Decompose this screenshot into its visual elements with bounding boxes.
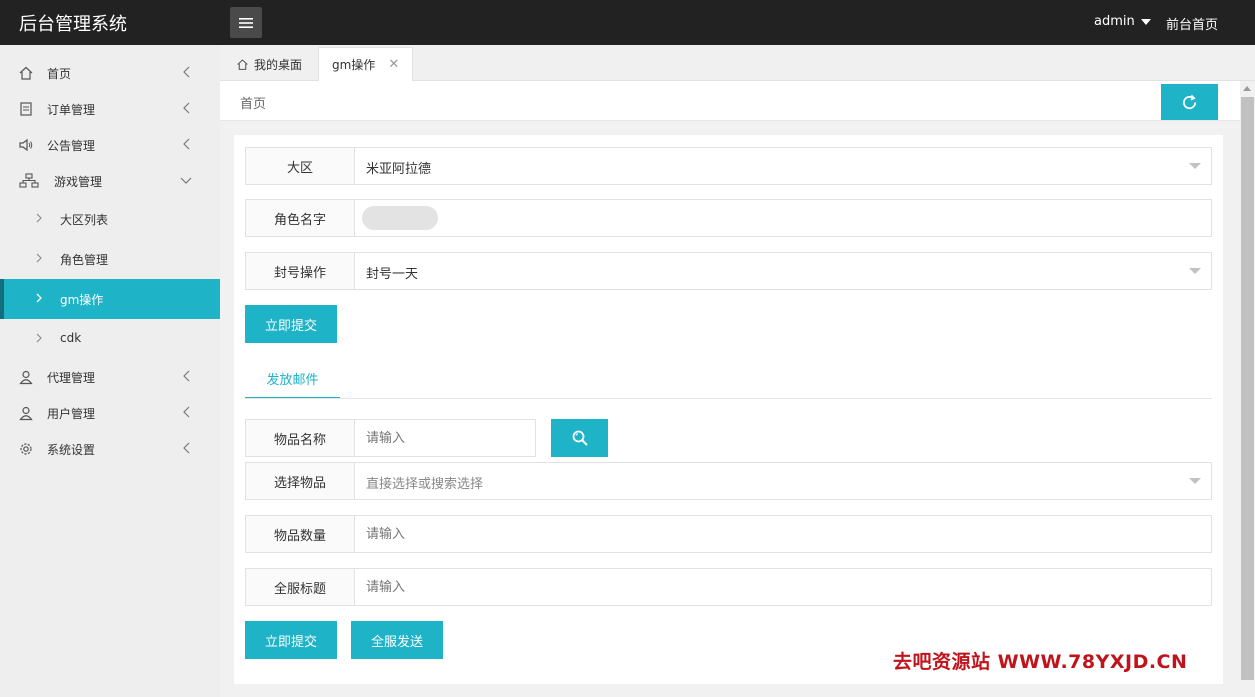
speaker-icon: [19, 138, 33, 152]
broadcast-title-input[interactable]: [356, 569, 1206, 605]
sidebar-subitem-roles[interactable]: 角色管理: [0, 239, 220, 279]
tab-send-mail[interactable]: 发放邮件: [245, 360, 340, 399]
home-icon: [19, 66, 33, 80]
user-icon: [19, 370, 33, 385]
ban-action-label: 封号操作: [246, 253, 355, 289]
gear-icon: [20, 443, 32, 455]
sidebar-subitem-cdk[interactable]: cdk: [0, 319, 220, 359]
item-name-input[interactable]: [356, 420, 534, 456]
caret-down-icon: [1140, 18, 1151, 25]
sidebar-subitem-regions[interactable]: 大区列表: [0, 199, 220, 239]
sidebar-item-home[interactable]: 首页: [0, 55, 220, 91]
sidebar-item-label: 游戏管理: [54, 175, 103, 189]
app-title: 后台管理系统: [19, 14, 127, 35]
sidebar-item-game[interactable]: 游戏管理: [0, 163, 220, 199]
ban-action-value: 封号一天: [366, 267, 419, 282]
refresh-button[interactable]: [1161, 84, 1218, 120]
sidebar-subitem-label: 大区列表: [60, 213, 109, 227]
sidebar-item-label: 用户管理: [47, 407, 96, 421]
chevron-left-icon: [183, 66, 190, 78]
sidebar-item-label: 首页: [47, 67, 72, 81]
dropdown-arrow-icon: [1189, 268, 1201, 274]
sidebar-item-label: 系统设置: [47, 443, 96, 457]
top-header: 后台管理系统 admin 前台首页: [0, 0, 1255, 45]
scroll-up-arrow-icon[interactable]: [1243, 86, 1251, 91]
sidebar-item-label: 公告管理: [47, 139, 96, 153]
sidebar-subitem-gm[interactable]: gm操作: [0, 279, 220, 319]
breadcrumb[interactable]: 首页: [240, 93, 266, 112]
sidebar-subitem-label: 角色管理: [60, 253, 109, 267]
front-page-link[interactable]: 前台首页: [1166, 14, 1218, 33]
region-value: 米亚阿拉德: [366, 162, 432, 177]
user-name: admin: [1094, 14, 1135, 29]
sidebar-item-settings[interactable]: 系统设置: [0, 431, 220, 467]
redacted-role-name: [362, 206, 438, 230]
sidebar-item-label: 订单管理: [47, 103, 96, 117]
chevron-down-icon: [180, 177, 192, 184]
quantity-input[interactable]: [356, 516, 1206, 552]
role-name-label: 角色名字: [246, 200, 355, 236]
home-icon: [237, 58, 248, 70]
close-icon[interactable]: ✕: [388, 57, 399, 72]
sidebar-item-label: 代理管理: [47, 371, 96, 385]
sidebar-item-agents[interactable]: 代理管理: [0, 359, 220, 395]
menu-toggle-button[interactable]: [230, 7, 262, 38]
ban-submit-button[interactable]: 立即提交: [245, 305, 337, 343]
sidebar-subitem-label: cdk: [60, 331, 82, 345]
dropdown-arrow-icon: [1189, 478, 1201, 484]
hamburger-icon: [239, 17, 253, 28]
item-name-label: 物品名称: [246, 420, 355, 456]
broadcast-title-field[interactable]: 全服标题: [245, 568, 1212, 606]
breadcrumb-bar: 首页: [220, 81, 1240, 121]
watermark: 去吧资源站 WWW.78YXJD.CN: [893, 651, 1188, 673]
chevron-left-icon: [183, 406, 190, 418]
sidebar-subitem-label: gm操作: [60, 293, 104, 307]
region-select[interactable]: 大区 米亚阿拉德: [245, 147, 1212, 185]
search-icon: [572, 430, 588, 446]
chevron-right-icon: [36, 293, 42, 303]
quantity-label: 物品数量: [246, 516, 355, 552]
divider: [245, 398, 1212, 399]
mail-submit-button[interactable]: 立即提交: [245, 621, 337, 659]
send-all-button[interactable]: 全服发送: [351, 621, 443, 659]
tab-label: gm操作: [332, 58, 376, 72]
chevron-right-icon: [36, 253, 42, 263]
chevron-left-icon: [183, 370, 190, 382]
select-item-label: 选择物品: [246, 463, 355, 499]
sidebar: 首页 订单管理 公告管理 游戏管理 大区列表 角色管理 gm操作 cdk 代理管…: [0, 45, 220, 697]
chevron-right-icon: [36, 213, 42, 223]
select-item-placeholder: 直接选择或搜索选择: [366, 477, 484, 492]
search-button[interactable]: [551, 419, 608, 457]
tab-label: 我的桌面: [254, 57, 303, 72]
tab-gm[interactable]: gm操作 ✕: [318, 47, 413, 81]
sitemap-icon: [19, 173, 39, 188]
item-name-field[interactable]: 物品名称: [245, 419, 536, 457]
chevron-left-icon: [183, 442, 190, 454]
sidebar-item-orders[interactable]: 订单管理: [0, 91, 220, 127]
chevron-right-icon: [36, 333, 42, 343]
tab-desktop[interactable]: 我的桌面: [228, 47, 320, 81]
document-icon: [20, 102, 32, 116]
sidebar-item-users[interactable]: 用户管理: [0, 395, 220, 431]
user-menu[interactable]: admin: [1094, 14, 1151, 29]
user-icon: [19, 406, 33, 421]
refresh-icon: [1183, 94, 1197, 109]
ban-action-select[interactable]: 封号操作 封号一天: [245, 252, 1212, 290]
sidebar-item-announcements[interactable]: 公告管理: [0, 127, 220, 163]
chevron-left-icon: [183, 138, 190, 150]
select-item-field[interactable]: 选择物品 直接选择或搜索选择: [245, 462, 1212, 500]
region-label: 大区: [246, 148, 355, 184]
broadcast-title-label: 全服标题: [246, 569, 355, 605]
tab-bar: 我的桌面 gm操作 ✕: [220, 45, 1255, 81]
dropdown-arrow-icon: [1189, 163, 1201, 169]
quantity-field[interactable]: 物品数量: [245, 515, 1212, 553]
chevron-left-icon: [183, 102, 190, 114]
scrollbar-thumb[interactable]: [1241, 97, 1254, 680]
